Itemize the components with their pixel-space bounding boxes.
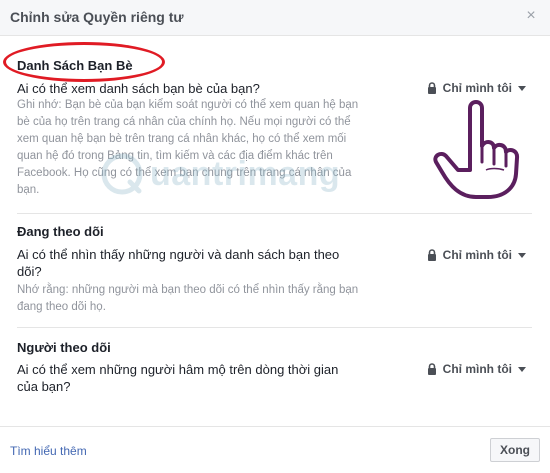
section-followers: Người theo dõi Ai có thể xem những người… — [17, 328, 532, 418]
section-question: Ai có thể nhìn thấy những người và danh … — [17, 247, 340, 279]
section-note: Nhớ rằng: những người mà bạn theo dõi có… — [17, 284, 359, 313]
section-friends-list: Danh Sách Bạn Bè Ai có thể xem danh sách… — [17, 52, 532, 214]
lock-icon — [427, 82, 436, 94]
caret-down-icon — [518, 252, 526, 258]
learn-more-link[interactable]: Tìm hiểu thêm — [10, 444, 87, 458]
section-note: Ghi nhớ: Bạn bè của bạn kiểm soát người … — [17, 99, 359, 196]
privacy-dialog: Chỉnh sửa Quyền riêng tư × Danh Sách Bạn… — [0, 0, 550, 473]
privacy-selector[interactable]: Chỉ mình tôi — [427, 248, 526, 262]
dialog-footer: Tìm hiểu thêm Xong — [0, 426, 550, 473]
section-title: Danh Sách Bạn Bè — [17, 58, 133, 73]
privacy-selector[interactable]: Chỉ mình tôi — [427, 81, 526, 95]
privacy-label: Chỉ mình tôi — [442, 248, 512, 262]
dialog-header: Chỉnh sửa Quyền riêng tư × — [0, 0, 550, 36]
dialog-title: Chỉnh sửa Quyền riêng tư — [10, 9, 184, 25]
privacy-selector[interactable]: Chỉ mình tôi — [427, 362, 526, 376]
section-title: Người theo dõi — [17, 340, 111, 355]
privacy-label: Chỉ mình tôi — [442, 81, 512, 95]
section-question: Ai có thể xem danh sách bạn bè của bạn? — [17, 81, 260, 96]
section-title: Đang theo dõi — [17, 224, 104, 239]
close-icon[interactable]: × — [524, 8, 538, 24]
caret-down-icon — [518, 366, 526, 372]
section-question: Ai có thể xem những người hâm mộ trên dò… — [17, 362, 339, 394]
lock-icon — [427, 249, 436, 261]
lock-icon — [427, 363, 436, 375]
section-following: Đang theo dõi Ai có thể nhìn thấy những … — [17, 214, 532, 328]
privacy-label: Chỉ mình tôi — [442, 362, 512, 376]
done-button[interactable]: Xong — [490, 438, 540, 462]
caret-down-icon — [518, 85, 526, 91]
